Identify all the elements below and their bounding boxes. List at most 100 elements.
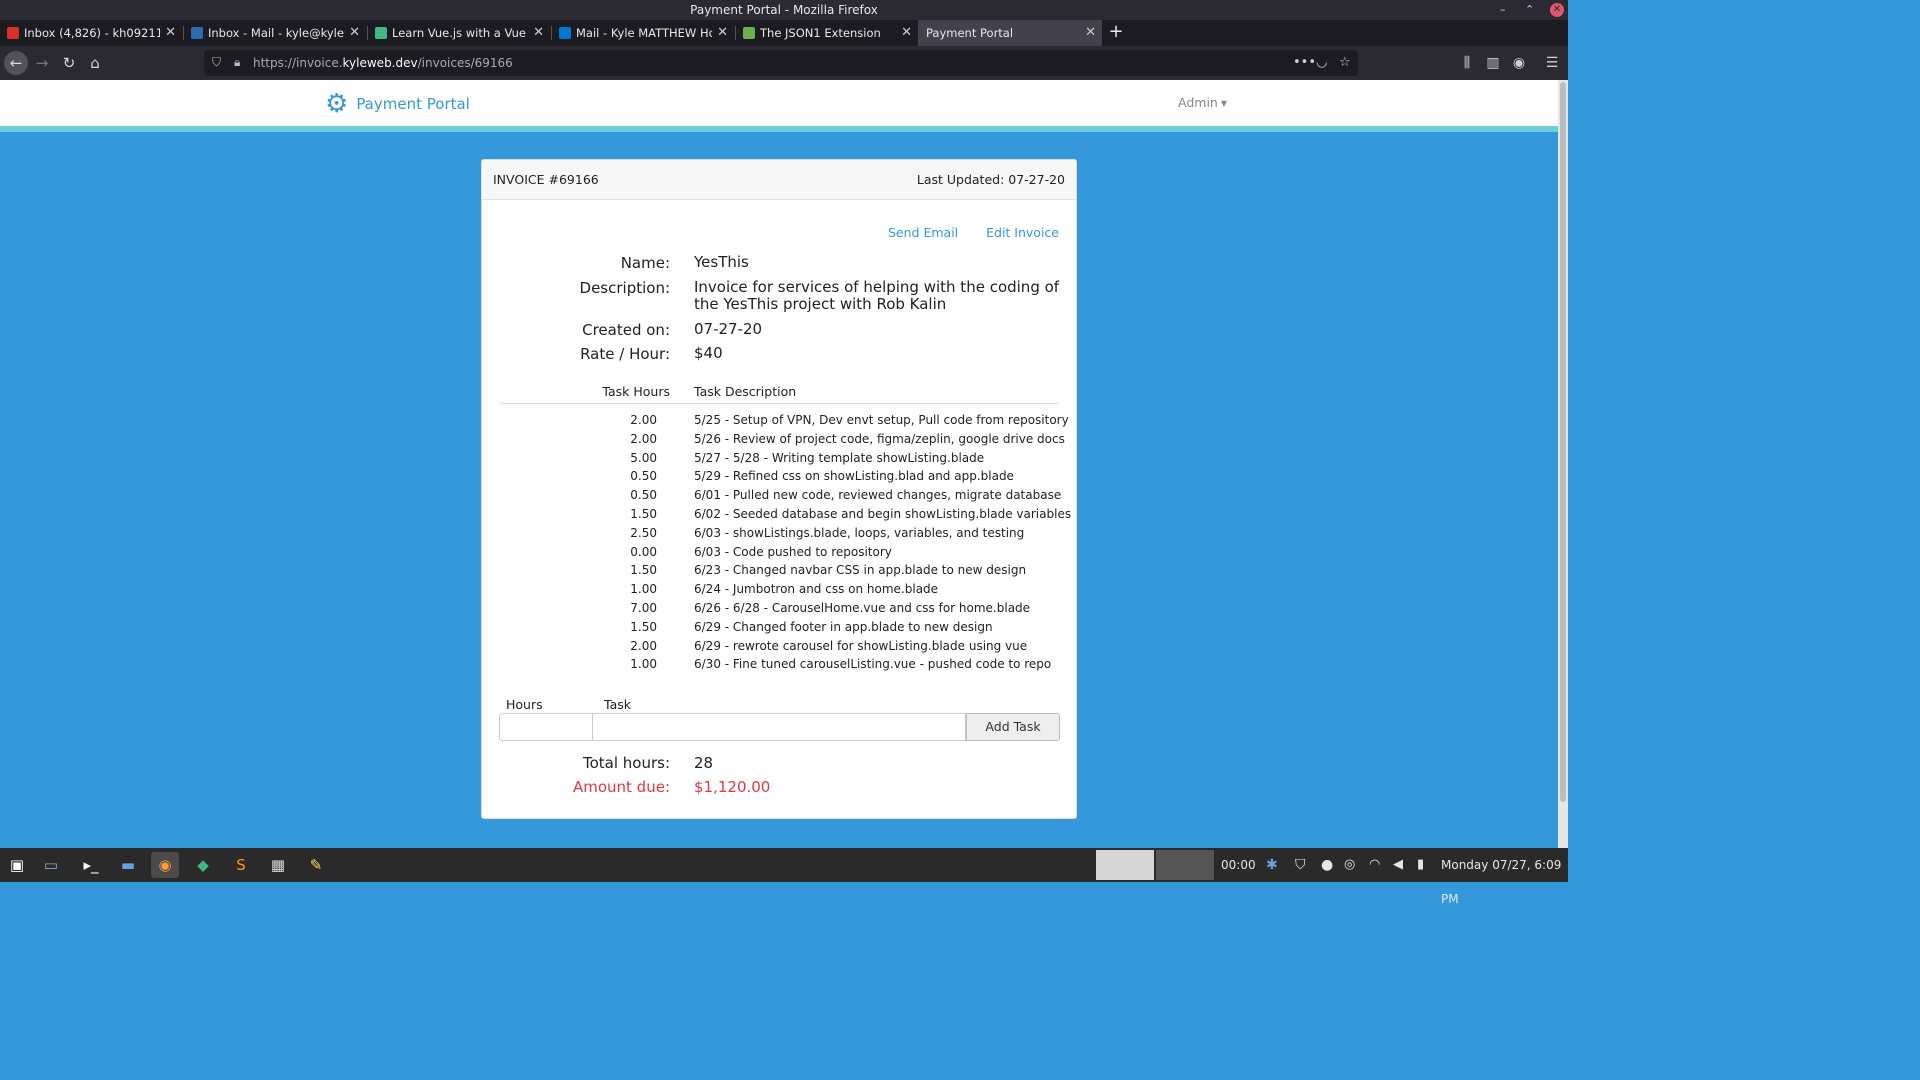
task-hours: 1.00 bbox=[630, 657, 657, 672]
volume-icon[interactable]: ◀ bbox=[1393, 848, 1403, 882]
lock-icon[interactable]: 🔒︎ bbox=[234, 55, 240, 70]
task-hours: 7.00 bbox=[630, 601, 657, 615]
brand-link[interactable]: ⚙ Payment Portal bbox=[325, 90, 470, 118]
task-row: 1.00 6/30 - Fine tuned carouselListing.vu… bbox=[482, 657, 1078, 676]
sublime-icon[interactable]: S bbox=[227, 852, 255, 878]
task-description: 6/29 - rewrote carousel for showListing.… bbox=[694, 638, 1028, 653]
bookmark-star-icon[interactable]: ☆ bbox=[1339, 50, 1351, 76]
tab-close-icon[interactable]: ✕ bbox=[901, 20, 912, 46]
task-hours: 5.00 bbox=[630, 450, 657, 465]
wifi-icon[interactable]: ◠ bbox=[1369, 848, 1380, 882]
home-icon[interactable]: ⌂ bbox=[83, 51, 107, 75]
task-description: 6/23 - Changed navbar CSS in app.blade t… bbox=[694, 563, 1027, 578]
nvidia-icon[interactable]: ◎ bbox=[1344, 848, 1355, 882]
files-icon[interactable]: ▬ bbox=[114, 852, 142, 878]
address-bar[interactable]: ⛉ 🔒︎ https://invoice.kyleweb.dev/invoice… bbox=[204, 50, 1358, 76]
table-header-divider bbox=[499, 403, 1059, 404]
task-row: 2.00 6/29 - rewrote carousel for showList… bbox=[482, 639, 1078, 658]
tracking-shield-icon[interactable]: ⛉ bbox=[212, 55, 221, 70]
tab-close-icon[interactable]: ✕ bbox=[533, 20, 544, 46]
total-hours-value: 28 bbox=[694, 754, 714, 772]
task-hours: 0.50 bbox=[630, 488, 657, 503]
hours-input[interactable] bbox=[499, 713, 593, 741]
task-row: 7.00 6/26 - 6/28 - CarouselHome.vue and c… bbox=[482, 601, 1078, 620]
battery-icon[interactable]: ▮ bbox=[1417, 848, 1424, 882]
admin-label: Admin bbox=[1178, 95, 1218, 110]
tab-vue-school[interactable]: Learn Vue.js with a Vue Sch ✕ bbox=[368, 20, 550, 46]
back-arrow-icon[interactable]: ← bbox=[4, 51, 28, 75]
sidebar-icon[interactable]: ▥ bbox=[1482, 51, 1504, 75]
caret-down-icon: ▼ bbox=[1220, 99, 1227, 108]
site-navbar: ⚙ Payment Portal Admin ▼ bbox=[0, 80, 1558, 126]
task-input-label: Task bbox=[604, 697, 631, 712]
reload-icon[interactable]: ↻ bbox=[57, 51, 81, 75]
outlook-favicon-icon bbox=[559, 27, 571, 39]
task-description: 6/03 - Code pushed to repository bbox=[694, 544, 892, 559]
task-row: 2.00 5/25 - Setup of VPN, Dev envt setup,… bbox=[482, 413, 1078, 432]
window-close-icon[interactable]: ✕ bbox=[1550, 3, 1564, 17]
url-prefix: https://invoice. bbox=[253, 56, 343, 70]
scrollbar-thumb[interactable] bbox=[1560, 82, 1566, 802]
invoice-card: INVOICE #69166 Last Updated: 07-27-20 Se… bbox=[481, 159, 1077, 819]
url-path: /invoices/69166 bbox=[417, 56, 513, 70]
mint-menu-icon[interactable]: ▣ bbox=[3, 852, 31, 878]
window-title: Payment Portal - Mozilla Firefox bbox=[690, 3, 878, 17]
firefox-icon[interactable]: ◉ bbox=[151, 852, 179, 878]
tab-outlook-inbox[interactable]: Inbox - Mail - kyle@kylewe ✕ bbox=[184, 20, 366, 46]
send-email-link[interactable]: Send Email bbox=[888, 225, 958, 240]
tab-close-icon[interactable]: ✕ bbox=[1085, 20, 1096, 46]
tab-payment-portal[interactable]: Payment Portal ✕ bbox=[918, 20, 1102, 46]
notification-icon[interactable]: ● bbox=[1321, 848, 1333, 882]
terminal-icon[interactable]: ▸_ bbox=[77, 852, 105, 878]
page-actions-icon[interactable]: ••• bbox=[1293, 50, 1316, 76]
workspace-2[interactable] bbox=[1156, 850, 1214, 880]
task-description-header: Task Description bbox=[694, 384, 797, 399]
task-description: 5/26 - Review of project code, figma/zep… bbox=[694, 431, 1065, 446]
task-description: 5/29 - Refined css on showListing.blad a… bbox=[694, 469, 1014, 484]
bluetooth-icon[interactable]: ✱ bbox=[1266, 848, 1278, 882]
os-taskbar: ▣ ▭ ▸_ ▬ ◉ ◆ S ▦ ✎ 00:00 ✱ ⛉ ● ◎ ◠ ◀ ▮ M… bbox=[0, 848, 1568, 906]
task-row: 5.00 5/27 - 5/28 - Writing template showL… bbox=[482, 451, 1078, 470]
tab-outlook-mail[interactable]: Mail - Kyle MATTHEW Hopk ✕ bbox=[552, 20, 734, 46]
tab-close-icon[interactable]: ✕ bbox=[165, 20, 176, 46]
rate-value: $40 bbox=[694, 344, 723, 362]
tab-label: Inbox (4,826) - kh09211@g bbox=[24, 26, 160, 40]
tab-gmail[interactable]: Inbox (4,826) - kh09211@g ✕ bbox=[0, 20, 182, 46]
add-task-button[interactable]: Add Task bbox=[966, 713, 1060, 741]
url-text[interactable]: https://invoice.kyleweb.dev/invoices/691… bbox=[253, 50, 513, 76]
pocket-icon[interactable]: ◡ bbox=[1316, 50, 1327, 76]
admin-dropdown[interactable]: Admin ▼ bbox=[1178, 95, 1227, 110]
tab-close-icon[interactable]: ✕ bbox=[717, 20, 728, 46]
total-hours-label: Total hours: bbox=[582, 754, 670, 772]
tab-close-icon[interactable]: ✕ bbox=[349, 20, 360, 46]
maximize-icon[interactable]: ⌃ bbox=[1525, 0, 1534, 20]
task-description: 6/30 - Fine tuned carouselListing.vue - … bbox=[694, 657, 1052, 672]
description-value-line2: the YesThis project with Rob Kalin bbox=[694, 295, 947, 313]
task-input[interactable] bbox=[593, 713, 966, 741]
minimize-icon[interactable]: – bbox=[1500, 0, 1506, 20]
gmail-favicon-icon bbox=[7, 27, 19, 39]
window-titlebar: Payment Portal - Mozilla Firefox – ⌃ ✕ bbox=[0, 0, 1568, 20]
tab-label: Inbox - Mail - kyle@kylewe bbox=[208, 26, 344, 40]
clock-datetime[interactable]: Monday 07/27, 6:09 PM bbox=[1441, 848, 1568, 916]
task-hours: 2.00 bbox=[630, 431, 657, 446]
vue-school-favicon-icon bbox=[375, 27, 387, 39]
new-tab-button[interactable]: + bbox=[1106, 20, 1126, 46]
text-editor-icon[interactable]: ✎ bbox=[302, 852, 330, 878]
invoice-card-header: INVOICE #69166 Last Updated: 07-27-20 bbox=[482, 160, 1076, 200]
vscode-icon[interactable]: ◆ bbox=[189, 852, 217, 878]
workspace-1[interactable] bbox=[1096, 850, 1154, 880]
calculator-icon[interactable]: ▦ bbox=[264, 852, 292, 878]
vpn-shield-icon[interactable]: ⛉ bbox=[1295, 848, 1306, 882]
account-icon[interactable]: ◉ bbox=[1508, 51, 1530, 75]
task-hours: 0.50 bbox=[630, 469, 657, 484]
task-row: 1.50 6/23 - Changed navbar CSS in app.bla… bbox=[482, 563, 1078, 582]
task-hours: 0.00 bbox=[630, 544, 657, 559]
hamburger-menu-icon[interactable]: ☰ bbox=[1541, 51, 1563, 75]
library-icon[interactable]: ⫼ bbox=[1456, 51, 1478, 75]
tab-json1[interactable]: The JSON1 Extension ✕ bbox=[736, 20, 918, 46]
show-desktop-icon[interactable]: ▭ bbox=[37, 852, 65, 878]
forward-arrow-icon[interactable]: → bbox=[30, 51, 54, 75]
edit-invoice-link[interactable]: Edit Invoice bbox=[986, 225, 1059, 240]
task-description: 6/02 - Seeded database and begin showLis… bbox=[694, 507, 1072, 521]
